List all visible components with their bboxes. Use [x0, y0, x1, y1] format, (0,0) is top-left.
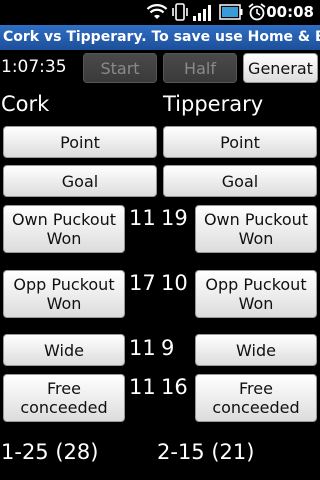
- away-free-conceeded-button[interactable]: Free conceeded: [195, 374, 317, 422]
- battery-icon: [219, 4, 243, 20]
- away-team-name: Tipperary: [163, 92, 264, 116]
- home-wide-button[interactable]: Wide: [3, 334, 125, 366]
- half-button[interactable]: Half: [163, 53, 237, 83]
- home-own-puckout-button[interactable]: Own Puckout Won: [3, 205, 125, 253]
- away-opp-puckout-button[interactable]: Opp Puckout Won: [195, 270, 317, 318]
- home-wide-count: 11: [129, 336, 156, 360]
- home-free-count: 11: [129, 375, 156, 399]
- wifi-icon: [146, 4, 168, 19]
- away-own-puckout-button[interactable]: Own Puckout Won: [195, 205, 317, 253]
- signal-icon: [193, 5, 211, 21]
- home-total-score: 1-25 (28): [1, 440, 99, 464]
- away-free-count: 16: [161, 375, 188, 399]
- status-time: 00:08: [266, 3, 314, 21]
- match-timer: 1:07:35: [1, 57, 67, 77]
- away-wide-button[interactable]: Wide: [195, 334, 317, 366]
- away-wide-count: 9: [161, 336, 175, 360]
- generate-button[interactable]: Generat: [243, 53, 318, 83]
- home-goal-button[interactable]: Goal: [3, 165, 157, 197]
- alarm-icon: [248, 3, 266, 21]
- home-free-conceeded-button[interactable]: Free conceeded: [3, 374, 125, 422]
- status-bar: 00:08: [0, 0, 320, 25]
- app-title-bar: Cork vs Tipperary. To save use Home & Ba…: [0, 25, 320, 50]
- home-point-button[interactable]: Point: [3, 126, 157, 158]
- home-opp-puckout-count: 17: [129, 271, 156, 295]
- away-own-puckout-count: 19: [161, 206, 188, 230]
- away-total-score: 2-15 (21): [157, 440, 255, 464]
- home-team-name: Cork: [1, 92, 50, 116]
- away-opp-puckout-count: 10: [161, 271, 188, 295]
- start-button[interactable]: Start: [83, 53, 157, 83]
- home-own-puckout-count: 11: [129, 206, 156, 230]
- away-point-button[interactable]: Point: [163, 126, 317, 158]
- home-opp-puckout-button[interactable]: Opp Puckout Won: [3, 270, 125, 318]
- away-goal-button[interactable]: Goal: [163, 165, 317, 197]
- vibrate-icon: [172, 3, 188, 21]
